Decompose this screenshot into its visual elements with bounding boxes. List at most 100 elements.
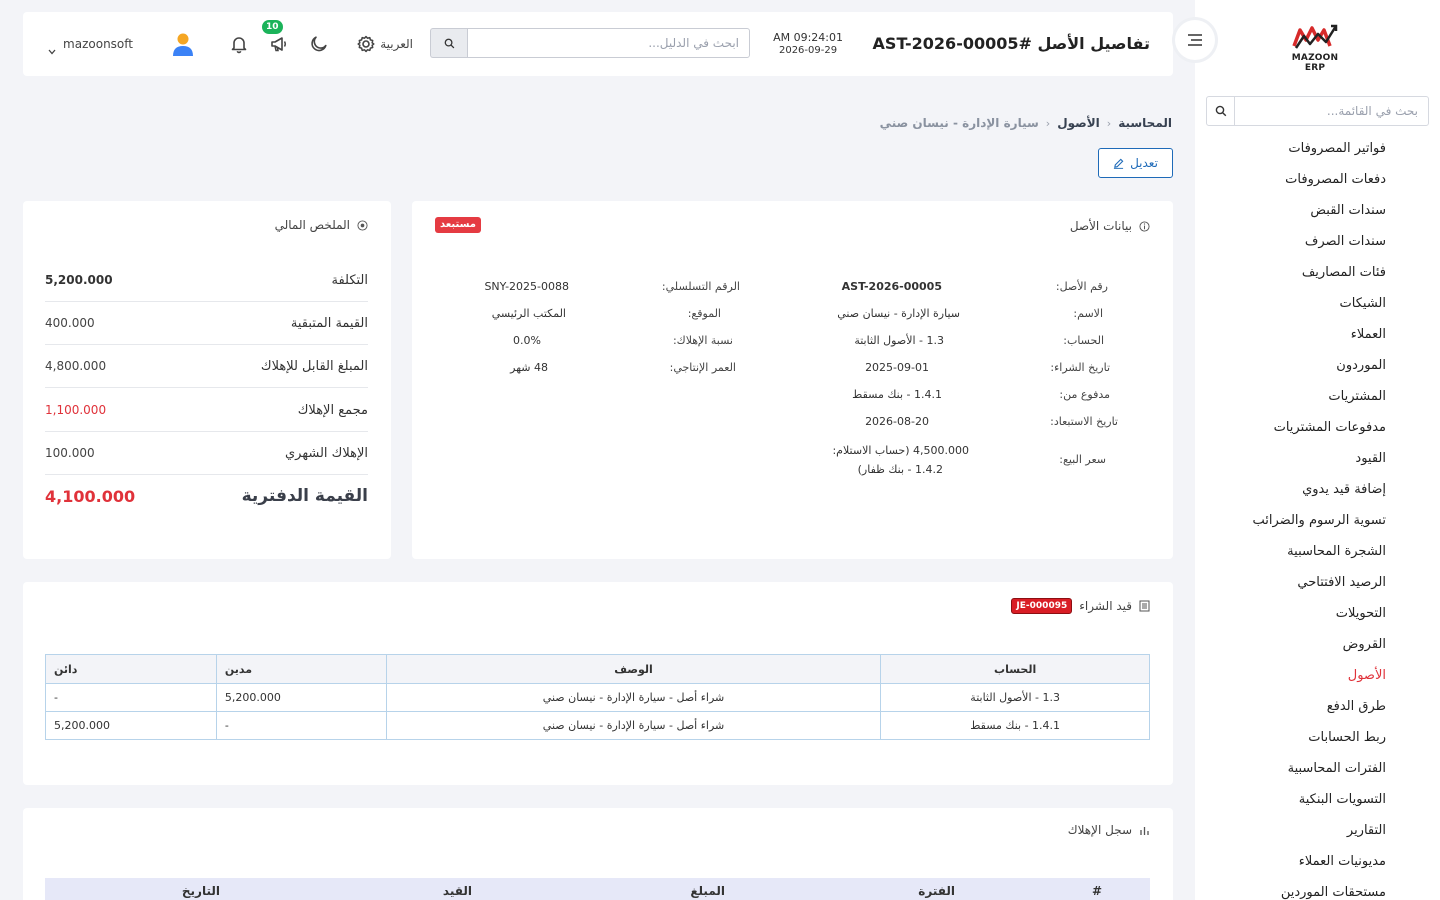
breadcrumb-assets[interactable]: الأصول — [1057, 116, 1100, 130]
chevron-left-icon: ‹ — [1045, 116, 1051, 130]
search-icon — [444, 38, 454, 48]
col-entry: القيد — [442, 884, 472, 898]
sidebar-menu: فواتير المصروفات دفعات المصروفات سندات الق… — [1253, 133, 1386, 900]
depreciable-label: المبلغ القابل للإهلاك — [260, 358, 368, 374]
sidebar-item[interactable]: تسوية الرسوم والضرائب — [1253, 505, 1386, 536]
sidebar-item[interactable]: الشيكات — [1253, 288, 1386, 319]
disposal-date-label: تاريخ الاستبعاد: — [1050, 415, 1118, 428]
chevron-down-icon[interactable] — [48, 40, 56, 59]
sidebar-item[interactable]: دفعات المصروفات — [1253, 164, 1386, 195]
user-avatar[interactable] — [170, 31, 196, 57]
sidebar-item[interactable]: التسويات البنكية — [1253, 784, 1386, 815]
purchase-entry-title: قيد الشراء JE-000095 — [1011, 598, 1150, 614]
bell-icon — [231, 37, 247, 54]
asset-no-label: رقم الأصل: — [1055, 280, 1108, 293]
summary-row-residual: القيمة المتبقية 400.000 — [45, 302, 368, 345]
book-value: 4,100.000 — [45, 486, 136, 506]
name-label: الاسم: — [1073, 307, 1103, 320]
clock: AM 09:24:01 2026-09-29 — [773, 31, 843, 57]
summary-row-monthly: الإهلاك الشهري 100.000 — [45, 432, 368, 475]
sidebar-item[interactable]: القروض — [1253, 629, 1386, 660]
search-button[interactable] — [430, 28, 467, 58]
dep-rate-value: 0.0% — [513, 334, 541, 347]
sidebar-item[interactable]: الرصيد الافتتاحي — [1253, 567, 1386, 598]
info-icon — [1139, 220, 1150, 232]
sidebar-item[interactable]: سندات الصرف — [1253, 226, 1386, 257]
sidebar-item[interactable]: مستحقات الموردين — [1253, 877, 1386, 900]
username-menu[interactable]: mazoonsoft — [63, 12, 133, 76]
monthly-value: 100.000 — [45, 446, 95, 460]
name-value: سيارة الإدارة - نيسان صني — [837, 307, 960, 320]
sidebar-item[interactable]: فواتير المصروفات — [1253, 133, 1386, 164]
location-value: المكتب الرئيسي — [491, 307, 566, 320]
sidebar-search-input[interactable] — [1235, 97, 1428, 125]
edit-button-label: تعديل — [1130, 156, 1158, 170]
sidebar-item[interactable]: المشتريات — [1253, 381, 1386, 412]
top-header: تفاصيل الأصل #AST-2026-00005 AM 09:24:01… — [23, 12, 1173, 76]
notifications-button[interactable] — [227, 32, 251, 56]
language-switcher[interactable]: العربية — [380, 12, 413, 76]
monthly-label: الإهلاك الشهري — [285, 445, 368, 461]
sidebar-item[interactable]: فئات المصاريف — [1253, 257, 1386, 288]
asset-no-value: AST-2026-00005 — [841, 280, 942, 293]
sidebar-item[interactable]: إضافة قيد يدوي — [1253, 474, 1386, 505]
table-row: 1.3 - الأصول الثابتة شراء أصل - سيارة ال… — [45, 683, 1150, 712]
gear-icon — [357, 35, 375, 53]
bar-chart-icon — [1140, 826, 1149, 835]
page-title: تفاصيل الأصل #AST-2026-00005 — [872, 34, 1150, 53]
serial-label: الرقم التسلسلي: — [661, 280, 740, 293]
purchase-entry-card: قيد الشراء JE-000095 الحساب الوصف مدين د… — [23, 582, 1173, 785]
col-credit: دائن — [45, 654, 217, 684]
depreciable-value: 4,800.000 — [45, 359, 107, 373]
sidebar-item[interactable]: التحويلات — [1253, 598, 1386, 629]
chevron-left-icon: ‹ — [1106, 116, 1112, 130]
col-index: # — [1091, 884, 1102, 898]
sidebar-item[interactable]: الموردون — [1253, 350, 1386, 381]
dep-rate-label: نسبة الإهلاك: — [672, 334, 733, 347]
breadcrumb-current: سيارة الإدارة - نيسان صني — [879, 116, 1039, 130]
brand-name: MAZOON ERP — [1291, 53, 1339, 73]
col-description: الوصف — [385, 654, 882, 684]
purchase-date-label: تاريخ الشراء: — [1050, 361, 1110, 374]
purchase-date-value: 2025-09-01 — [865, 361, 929, 374]
menu-toggle-button[interactable] — [1175, 20, 1215, 60]
book-value-row: القيمة الدفترية 4,100.000 — [45, 486, 368, 506]
sale-price-label: سعر البيع: — [1059, 453, 1106, 466]
document-icon — [1139, 600, 1150, 612]
sidebar-item[interactable]: مدفوعات المشتريات — [1253, 412, 1386, 443]
sidebar-item[interactable]: التقارير — [1253, 815, 1386, 846]
row-account: 1.3 - الأصول الثابتة — [880, 683, 1150, 712]
location-label: الموقع: — [687, 307, 721, 320]
pencil-icon — [1113, 158, 1124, 169]
accumulated-label: مجمع الإهلاك — [297, 402, 368, 418]
sidebar-item[interactable]: الشجرة المحاسبية — [1253, 536, 1386, 567]
residual-value: 400.000 — [45, 316, 95, 330]
sidebar-item[interactable]: سندات القبض — [1253, 195, 1386, 226]
sidebar-item[interactable]: العملاء — [1253, 319, 1386, 350]
sidebar-item[interactable]: القيود — [1253, 443, 1386, 474]
row-account: 1.4.1 - بنك مسقط — [880, 711, 1150, 740]
summary-row-accumulated: مجمع الإهلاك 1,100.000 — [45, 389, 368, 432]
asset-info-title-text: بيانات الأصل — [1069, 219, 1132, 233]
purchase-entry-title-text: قيد الشراء — [1079, 599, 1132, 613]
journal-entry-badge[interactable]: JE-000095 — [1011, 598, 1073, 614]
summary-row-cost: التكلفة 5,200.000 — [45, 259, 368, 302]
table-header-row: الحساب الوصف مدين دائن — [45, 654, 1150, 684]
sidebar: MAZOON ERP فواتير المصروفاتدفعات المصروف… — [1195, 0, 1440, 900]
sidebar-item[interactable]: الفترات المحاسبية — [1253, 753, 1386, 784]
search-icon[interactable] — [1207, 97, 1235, 125]
sidebar-item[interactable]: مديونيات العملاء — [1253, 846, 1386, 877]
row-description: شراء أصل - سيارة الإدارة - نيسان صني — [385, 711, 882, 740]
settings-button[interactable] — [354, 32, 378, 56]
sidebar-item[interactable]: الأصول — [1253, 660, 1386, 691]
brand-logo[interactable]: MAZOON ERP — [1285, 22, 1345, 73]
announcements-button[interactable]: 10 — [262, 20, 291, 56]
dark-mode-toggle[interactable] — [307, 32, 331, 56]
account-value: 1.3 - الأصول الثابتة — [854, 334, 944, 347]
edit-button[interactable]: تعديل — [1098, 148, 1173, 178]
guide-search-input[interactable] — [467, 28, 750, 58]
row-credit: 5,200.000 — [45, 711, 217, 740]
sidebar-item[interactable]: ربط الحسابات — [1253, 722, 1386, 753]
breadcrumb-accounting[interactable]: المحاسبة — [1118, 116, 1172, 130]
sidebar-item[interactable]: طرق الدفع — [1253, 691, 1386, 722]
